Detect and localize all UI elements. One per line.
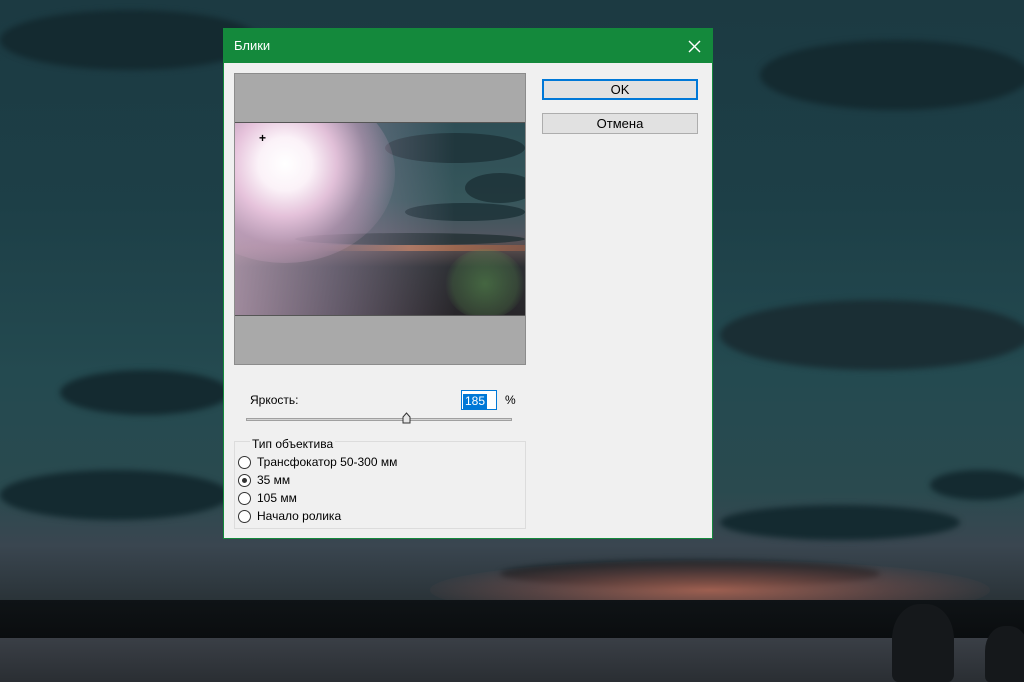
radio-label: 35 мм xyxy=(257,473,291,487)
radio-105mm[interactable]: 105 мм xyxy=(238,490,297,506)
cloud xyxy=(60,370,230,415)
lens-flare-dialog: Блики + OK Отмена Яркость: 185 % Тип объ… xyxy=(223,28,713,539)
cloud xyxy=(465,173,525,203)
radio-label: Начало ролика xyxy=(257,509,342,523)
close-button[interactable] xyxy=(676,29,712,63)
water xyxy=(0,638,1024,682)
brightness-value: 185 xyxy=(463,394,488,409)
ok-button[interactable]: OK xyxy=(542,79,698,100)
shoreline xyxy=(0,600,1024,638)
radio-35mm[interactable]: 35 мм xyxy=(238,472,290,488)
flare-preview: + xyxy=(234,73,526,365)
radio-movie-prime[interactable]: Начало ролика xyxy=(238,508,341,524)
flare-ring xyxy=(445,249,525,315)
brightness-unit: % xyxy=(505,393,516,407)
radio-button[interactable] xyxy=(238,509,251,523)
dialog-title: Блики xyxy=(234,38,271,53)
person-silhouette xyxy=(985,626,1024,682)
person-silhouette xyxy=(892,604,954,682)
brightness-input[interactable]: 185 xyxy=(461,390,497,410)
titlebar: Блики xyxy=(224,29,712,63)
radio-button[interactable] xyxy=(238,455,251,469)
lens-type-title: Тип объектива xyxy=(250,437,336,451)
cloud xyxy=(0,10,260,70)
cloud xyxy=(0,470,230,520)
preview-image[interactable]: + xyxy=(235,122,525,316)
flare-center-crosshair[interactable]: + xyxy=(259,132,266,144)
cloud xyxy=(760,40,1024,110)
brightness-slider-thumb[interactable] xyxy=(402,412,411,424)
brightness-slider[interactable] xyxy=(246,418,512,421)
cancel-button[interactable]: Отмена xyxy=(542,113,698,134)
cloud xyxy=(930,470,1024,500)
radio-button[interactable] xyxy=(238,491,251,505)
cloud xyxy=(720,505,960,540)
radio-dot xyxy=(242,477,247,483)
brightness-label: Яркость: xyxy=(250,393,299,407)
radio-label: 105 мм xyxy=(257,491,297,505)
radio-zoom-50-300[interactable]: Трансфокатор 50-300 мм xyxy=(238,454,397,470)
radio-label: Трансфокатор 50-300 мм xyxy=(257,455,398,469)
cloud xyxy=(720,300,1024,370)
radio-button[interactable] xyxy=(238,473,251,487)
close-icon xyxy=(688,40,700,52)
